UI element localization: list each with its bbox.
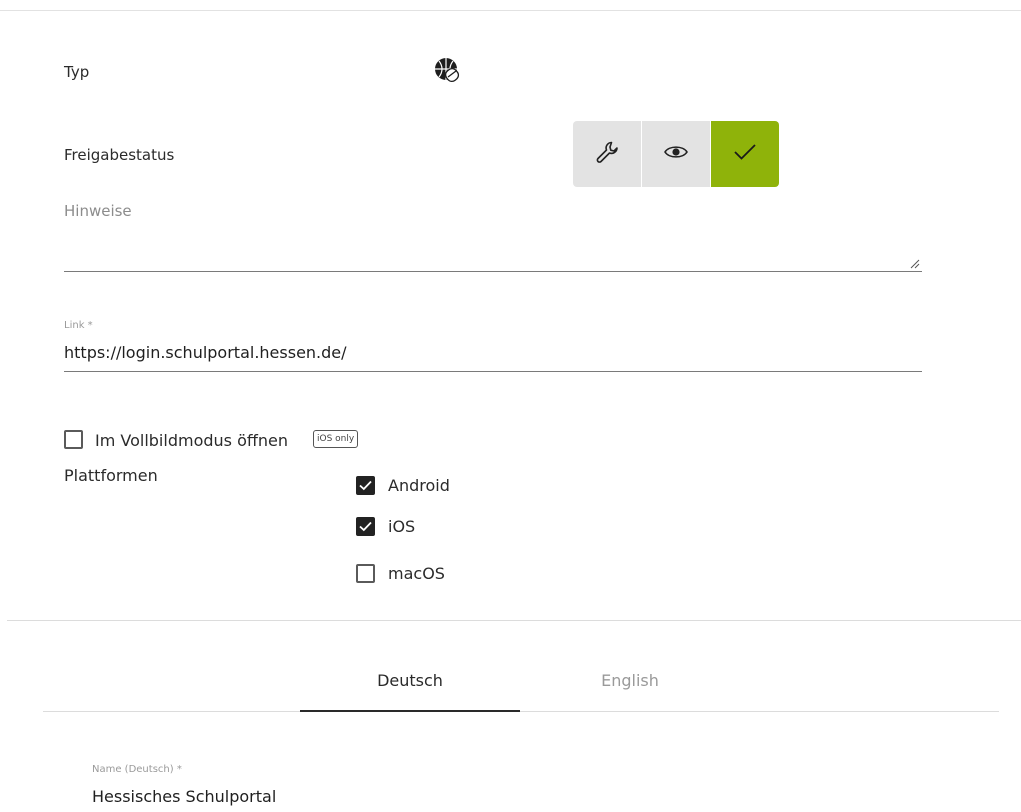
status-released-button[interactable]	[711, 121, 779, 187]
type-label: Typ	[64, 63, 90, 81]
globe-link-icon	[433, 56, 461, 84]
link-input[interactable]: https://login.schulportal.hessen.de/	[64, 343, 922, 367]
checkmark-icon	[359, 476, 372, 495]
release-status-toggle-group	[573, 121, 779, 187]
status-in-progress-button[interactable]	[573, 121, 641, 187]
top-divider	[0, 10, 1021, 11]
status-preview-button[interactable]	[642, 121, 710, 187]
platform-macos-checkbox[interactable]	[356, 564, 375, 583]
tab-active-indicator	[300, 710, 520, 712]
platform-ios-label: iOS	[388, 517, 416, 536]
tab-deutsch[interactable]: Deutsch	[300, 671, 520, 690]
section-divider	[7, 620, 1021, 621]
notes-textarea[interactable]	[64, 226, 922, 270]
tab-english[interactable]: English	[520, 671, 740, 690]
tabs-baseline	[43, 711, 999, 712]
notes-label: Hinweise	[64, 202, 132, 220]
fullscreen-label: Im Vollbildmodus öffnen	[95, 431, 289, 450]
ios-only-badge: iOS only	[313, 430, 359, 448]
platform-android-label: Android	[388, 476, 450, 495]
resize-handle-icon[interactable]	[908, 254, 920, 269]
platform-ios-checkbox[interactable]	[356, 517, 375, 536]
name-de-label: Name (Deutsch) *	[92, 764, 182, 775]
wrench-icon	[594, 139, 620, 169]
link-underline	[64, 371, 922, 372]
fullscreen-checkbox[interactable]	[64, 430, 83, 449]
notes-underline	[64, 271, 922, 272]
release-status-label: Freigabestatus	[64, 146, 175, 164]
platform-macos-label: macOS	[388, 564, 445, 583]
link-label: Link *	[64, 320, 93, 331]
name-de-input[interactable]: Hessisches Schulportal	[92, 787, 892, 809]
platform-android-checkbox[interactable]	[356, 476, 375, 495]
eye-icon	[663, 143, 689, 165]
checkmark-icon	[359, 517, 372, 536]
checkmark-icon	[733, 142, 757, 166]
platforms-label: Plattformen	[64, 466, 158, 485]
